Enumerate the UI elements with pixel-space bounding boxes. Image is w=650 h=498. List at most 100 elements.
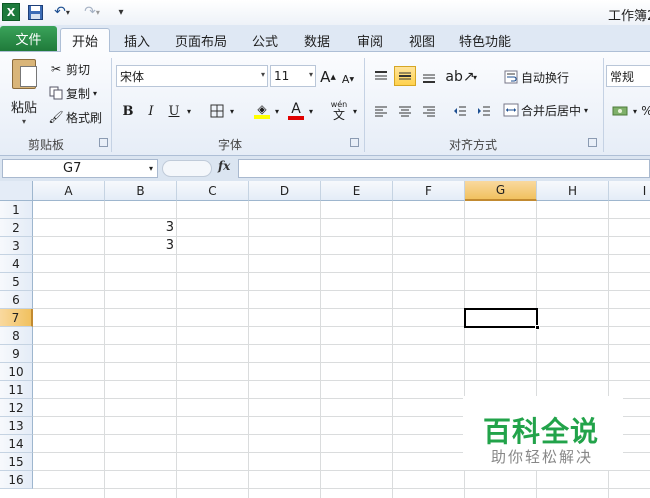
row-header-14[interactable]: 14 — [0, 435, 33, 453]
copy-dropdown-icon[interactable]: ▾ — [93, 89, 97, 98]
formula-bar-divider-handle[interactable] — [162, 160, 212, 177]
tab-page-layout[interactable]: 页面布局 — [168, 28, 234, 52]
column-header-g[interactable]: G — [465, 181, 537, 201]
copy-button[interactable]: 复制 ▾ — [48, 83, 97, 103]
align-right-icon[interactable] — [418, 101, 440, 121]
tab-formulas[interactable]: 公式 — [243, 28, 287, 52]
borders-dropdown-icon[interactable]: ▾ — [227, 101, 237, 121]
row-header-6[interactable]: 6 — [0, 291, 33, 309]
watermark-subtitle: 助你轻松解决 — [491, 448, 594, 466]
cut-label: 剪切 — [66, 62, 91, 77]
align-bottom-icon[interactable] — [418, 67, 440, 87]
shrink-font-button[interactable]: A ▼ — [340, 69, 356, 89]
tab-data[interactable]: 数据 — [295, 28, 339, 52]
row-header-8[interactable]: 8 — [0, 327, 33, 345]
font-size-dropdown-icon[interactable]: ▾ — [309, 70, 313, 79]
font-name-dropdown-icon[interactable]: ▾ — [261, 70, 265, 79]
align-left-icon[interactable] — [370, 101, 392, 121]
column-header-b[interactable]: B — [105, 181, 177, 201]
row-header-13[interactable]: 13 — [0, 417, 33, 435]
formula-input[interactable] — [238, 159, 650, 178]
column-header-c[interactable]: C — [177, 181, 249, 201]
accounting-format-icon[interactable] — [609, 101, 631, 121]
row-header-10[interactable]: 10 — [0, 363, 33, 381]
tab-special-features[interactable]: 特色功能 — [452, 28, 518, 52]
tab-review[interactable]: 审阅 — [348, 28, 392, 52]
column-header-h[interactable]: H — [537, 181, 609, 201]
redo-icon[interactable]: ↷ ▾ — [80, 3, 104, 21]
align-center-icon[interactable] — [394, 101, 416, 121]
phonetic-guide-button[interactable]: wén 文 — [328, 100, 350, 121]
format-painter-button[interactable]: 🖌 格式刷 — [48, 107, 102, 127]
row-header-7[interactable]: 7 — [0, 309, 33, 327]
name-box[interactable]: G7 ▾ — [2, 159, 158, 178]
tab-insert[interactable]: 插入 — [113, 28, 161, 52]
alignment-launcher-icon[interactable] — [588, 138, 597, 147]
align-middle-icon[interactable] — [394, 66, 416, 86]
tab-file[interactable]: 文件 — [0, 26, 57, 51]
borders-icon[interactable] — [208, 101, 226, 121]
fill-color-dropdown-icon[interactable]: ▾ — [272, 101, 282, 121]
row-header-15[interactable]: 15 — [0, 453, 33, 471]
row-header-5[interactable]: 5 — [0, 273, 33, 291]
paste-dropdown-icon[interactable]: ▾ — [22, 117, 26, 126]
grow-font-button[interactable]: A ▲ — [319, 67, 337, 87]
wrap-text-button[interactable]: 自动换行 — [503, 67, 569, 87]
cell-b2[interactable]: 3 — [105, 219, 177, 237]
row-header-9[interactable]: 9 — [0, 345, 33, 363]
window-title: 工作簿2 — [608, 9, 650, 24]
column-header-f[interactable]: F — [393, 181, 465, 201]
fill-color-button[interactable]: ◈ — [252, 101, 272, 121]
column-header-a[interactable]: A — [33, 181, 105, 201]
merge-dropdown-icon[interactable]: ▾ — [584, 106, 588, 115]
tab-view[interactable]: 视图 — [400, 28, 444, 52]
font-launcher-icon[interactable] — [350, 138, 359, 147]
active-cell-g7[interactable] — [464, 308, 538, 328]
number-format-combo[interactable]: 常规 — [606, 65, 650, 87]
cell-b3[interactable]: 3 — [105, 237, 177, 255]
name-box-dropdown-icon[interactable]: ▾ — [149, 160, 153, 177]
column-header-i[interactable]: I — [609, 181, 650, 201]
italic-button[interactable]: I — [142, 101, 160, 121]
column-header-d[interactable]: D — [249, 181, 321, 201]
percent-icon[interactable]: % — [641, 101, 650, 121]
tab-home[interactable]: 开始 — [60, 28, 110, 52]
row-header-2[interactable]: 2 — [0, 219, 33, 237]
increase-indent-icon[interactable] — [473, 101, 495, 121]
underline-button[interactable]: U — [165, 101, 183, 121]
cut-button[interactable]: ✂ 剪切 — [48, 59, 90, 79]
select-all-corner[interactable] — [0, 181, 33, 201]
fill-handle[interactable] — [535, 325, 540, 330]
row-header-4[interactable]: 4 — [0, 255, 33, 273]
accounting-dropdown-icon[interactable]: ▾ — [630, 101, 640, 121]
row-header-12[interactable]: 12 — [0, 399, 33, 417]
copy-icon — [48, 85, 64, 101]
orientation-dropdown-icon[interactable]: ▾ — [470, 67, 480, 87]
phonetic-dropdown-icon[interactable]: ▾ — [350, 101, 360, 121]
number-format-value: 常规 — [610, 69, 635, 84]
paste-button[interactable]: 粘贴 ▾ — [8, 57, 42, 131]
insert-function-icon[interactable]: fx — [218, 159, 230, 173]
font-color-button[interactable]: A — [286, 101, 306, 121]
underline-dropdown-icon[interactable]: ▾ — [184, 101, 194, 121]
font-name-combo[interactable]: 宋体 ▾ — [116, 65, 268, 87]
excel-logo-icon[interactable]: X — [2, 3, 20, 21]
bold-button[interactable]: B — [119, 101, 137, 121]
undo-icon[interactable]: ↶ ▾ — [50, 3, 74, 21]
clipboard-launcher-icon[interactable] — [99, 138, 108, 147]
row-header-11[interactable]: 11 — [0, 381, 33, 399]
row-header-3[interactable]: 3 — [0, 237, 33, 255]
align-top-icon[interactable] — [370, 67, 392, 87]
row-header-1[interactable]: 1 — [0, 201, 33, 219]
font-size-combo[interactable]: 11 ▾ — [270, 65, 316, 87]
decrease-indent-icon[interactable] — [449, 101, 471, 121]
font-color-dropdown-icon[interactable]: ▾ — [306, 101, 316, 121]
merge-center-button[interactable]: 合并后居中 ▾ — [503, 100, 588, 120]
column-header-e[interactable]: E — [321, 181, 393, 201]
customize-toolbar-icon[interactable]: ▾ — [115, 3, 127, 21]
ribbon-tab-row: 文件 开始 插入 页面布局 公式 数据 审阅 视图 特色功能 — [0, 25, 650, 52]
orientation-icon[interactable]: ab↗ — [445, 67, 474, 87]
row-header-16[interactable]: 16 — [0, 471, 33, 489]
save-icon[interactable] — [27, 3, 43, 21]
title-bar: X ↶▾ ↷▾ ▾ 工作簿2 — [0, 0, 650, 25]
